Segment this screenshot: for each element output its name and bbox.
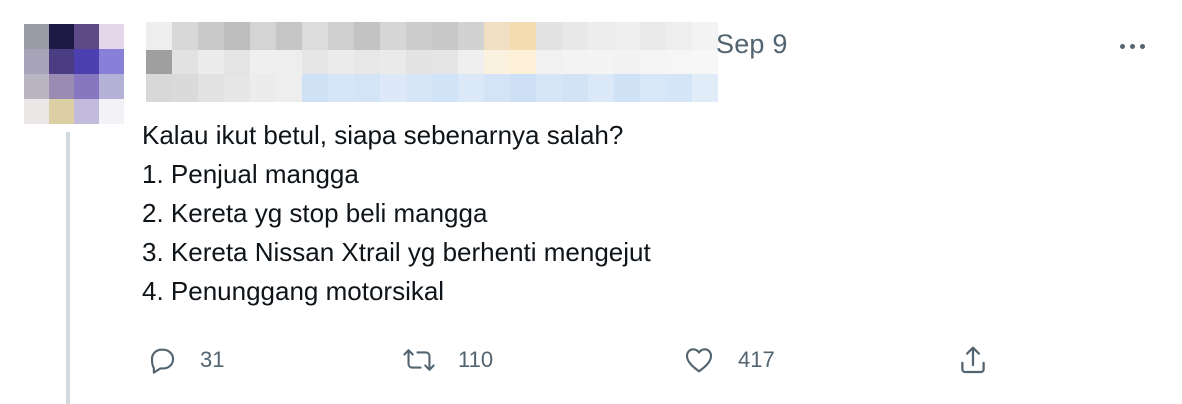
tweet-text-line: Kalau ikut betul, siapa sebenarnya salah… xyxy=(142,120,624,150)
reply-button[interactable]: 31 xyxy=(146,340,224,380)
tweet-text-line: 4. Penunggang motorsikal xyxy=(142,276,445,306)
tweet-text-line: 2. Kereta yg stop beli mangga xyxy=(142,198,488,228)
reply-icon xyxy=(146,344,178,376)
reply-count: 31 xyxy=(200,347,225,372)
retweet-icon xyxy=(402,344,436,376)
author-name-blurred[interactable] xyxy=(146,22,718,52)
tweet-text-line: 1. Penjual mangga xyxy=(142,159,359,189)
tweet-actions: 31 110 417 xyxy=(142,340,1002,380)
avatar[interactable] xyxy=(24,24,124,124)
tweet[interactable]: Sep 9 Kalau ikut betul, siapa sebenarnya… xyxy=(0,0,1182,404)
share-icon xyxy=(956,343,990,377)
like-button[interactable]: 417 xyxy=(682,340,775,380)
retweet-button[interactable]: 110 xyxy=(402,340,493,380)
heart-icon xyxy=(682,344,716,376)
share-button[interactable] xyxy=(956,340,990,380)
tweet-text: Kalau ikut betul, siapa sebenarnya salah… xyxy=(142,116,651,311)
thread-line xyxy=(66,132,70,404)
author-bio-blurred xyxy=(146,74,718,102)
author-handle-blurred[interactable] xyxy=(146,50,718,74)
like-count: 417 xyxy=(738,347,775,372)
tweet-text-line: 3. Kereta Nissan Xtrail yg berhenti meng… xyxy=(142,237,651,267)
retweet-count: 110 xyxy=(458,347,494,372)
more-icon[interactable] xyxy=(1112,26,1152,66)
tweet-date[interactable]: Sep 9 xyxy=(716,29,788,60)
